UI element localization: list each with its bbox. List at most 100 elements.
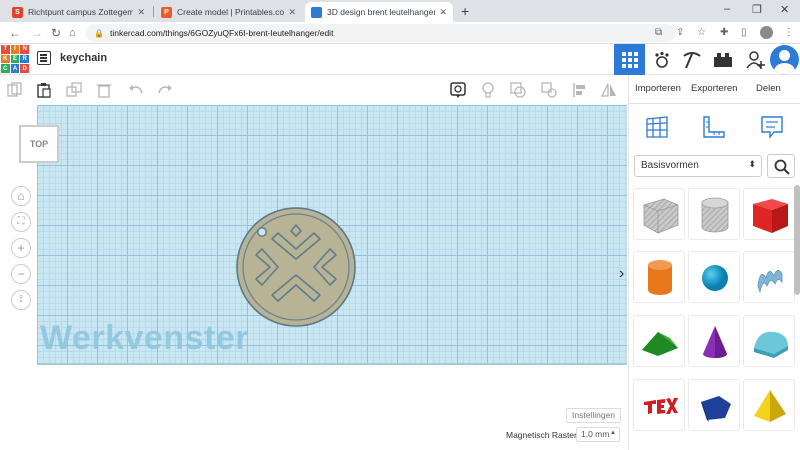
logo-letter: D: [20, 64, 29, 73]
tab-title: Create model | Printables.com: [177, 7, 285, 17]
shape-cone[interactable]: [688, 315, 740, 367]
scribble-icon: [757, 270, 783, 294]
align-icon[interactable]: [572, 82, 588, 98]
undo-icon[interactable]: [128, 82, 144, 98]
logo-letter: E: [10, 54, 20, 64]
lego-bricks-button[interactable]: [707, 44, 738, 75]
shape-sphere[interactable]: [688, 251, 740, 303]
home-view-button[interactable]: ⌂: [11, 186, 31, 206]
3d-view-button[interactable]: [614, 44, 645, 75]
design-list-icon[interactable]: [37, 51, 51, 65]
snap-grid-label: Magnetisch Raster: [506, 430, 577, 440]
notes-comment-icon[interactable]: [759, 114, 785, 140]
export-button[interactable]: Exporteren: [691, 83, 737, 94]
plus-icon: +: [17, 241, 25, 255]
caret-up-icon: ▲: [610, 430, 616, 436]
extensions-icon[interactable]: ✚: [720, 26, 728, 40]
open-external-icon[interactable]: ⧉: [655, 26, 662, 40]
home-icon[interactable]: ⌂: [69, 25, 76, 41]
perspective-button[interactable]: ⟟: [11, 290, 31, 310]
fit-view-button[interactable]: ⛶: [11, 212, 31, 232]
ungroup-icon[interactable]: [541, 82, 557, 98]
blocks-button[interactable]: [646, 44, 677, 75]
redo-icon[interactable]: [157, 82, 173, 98]
shape-category-value: Basisvormen: [641, 160, 699, 171]
shape-box[interactable]: [743, 188, 795, 240]
sidebar-icon[interactable]: ▯: [741, 26, 747, 40]
orange-cylinder-icon: [648, 260, 672, 295]
browser-tab-tinkercad[interactable]: 3D design brent leutelhanger | Ti ✕: [305, 2, 453, 22]
keychain-model[interactable]: [234, 205, 358, 329]
share-icon[interactable]: ⇪: [676, 26, 684, 40]
home-icon: ⌂: [17, 189, 25, 203]
delete-icon[interactable]: [96, 82, 112, 98]
perspective-icon: ⟟: [19, 294, 23, 305]
duplicate-icon[interactable]: [66, 82, 82, 98]
printables-favicon-icon: P: [161, 6, 172, 18]
shape-search-button[interactable]: [767, 154, 795, 178]
panel-scrollbar[interactable]: [794, 185, 800, 295]
zoom-out-button[interactable]: −: [11, 264, 31, 284]
browser-tab-richtpunt[interactable]: S Richtpunt campus Zottegem - Sc ✕: [6, 2, 151, 22]
new-tab-button[interactable]: +: [461, 4, 469, 18]
project-name[interactable]: keychain: [60, 52, 107, 64]
pickaxe-icon: [682, 51, 701, 68]
shape-pyramid[interactable]: [743, 379, 795, 431]
close-tab-icon[interactable]: ✕: [137, 7, 145, 18]
shape-text[interactable]: [633, 379, 685, 431]
workplane-area: Werkvenster TOP ⌂ ⛶ + − ⟟ › Instellingen…: [0, 105, 628, 450]
workplane-icon[interactable]: [644, 114, 670, 140]
shape-roof[interactable]: [633, 315, 685, 367]
browser-tab-printables[interactable]: P Create model | Printables.com ✕: [155, 2, 302, 22]
notes-icon[interactable]: [450, 82, 466, 98]
lightbulb-icon[interactable]: [480, 82, 496, 98]
url-field[interactable]: 🔒 tinkercad.com/things/6GOZyuQFx6I-brent…: [86, 24, 676, 42]
group-icon[interactable]: [510, 82, 526, 98]
shape-scribble[interactable]: [743, 251, 795, 303]
shape-polygon[interactable]: [688, 379, 740, 431]
back-icon[interactable]: ←: [9, 25, 21, 41]
restore-window-icon[interactable]: ❐: [752, 3, 762, 16]
shape-cylinder-hole[interactable]: [688, 188, 740, 240]
bookmark-star-icon[interactable]: ☆: [697, 26, 706, 40]
panel-collapse-chevron-icon[interactable]: ›: [619, 265, 624, 283]
forward-icon[interactable]: →: [31, 25, 43, 41]
user-avatar[interactable]: [770, 45, 799, 74]
bricks-button[interactable]: [676, 44, 707, 75]
logo-letter: K: [1, 54, 10, 64]
settings-button[interactable]: Instellingen: [566, 408, 622, 423]
tinkercad-favicon-icon: [311, 6, 322, 18]
zoom-in-button[interactable]: +: [11, 238, 31, 258]
tab-title: 3D design brent leutelhanger | Ti: [327, 7, 436, 17]
share-button[interactable]: Delen: [756, 83, 781, 94]
workplane-watermark: Werkvenster: [40, 319, 249, 357]
view-cube-label: TOP: [29, 139, 49, 149]
copy-icon[interactable]: [7, 82, 23, 98]
purple-cone-icon: [703, 326, 727, 358]
invite-user-button[interactable]: [740, 44, 771, 75]
snap-grid-select[interactable]: 1,0 mm ▲: [576, 427, 620, 442]
shape-category-select[interactable]: Basisvormen ⬍: [634, 155, 762, 177]
view-cube[interactable]: TOP: [19, 125, 59, 163]
import-button[interactable]: Importeren: [635, 83, 681, 94]
mirror-icon[interactable]: [601, 82, 617, 98]
logo-letter: A: [10, 64, 20, 73]
close-tab-icon[interactable]: ✕: [439, 7, 447, 18]
snap-grid-value: 1,0 mm: [581, 429, 610, 439]
logo-letter: N: [20, 45, 29, 54]
paste-icon[interactable]: [36, 82, 52, 98]
profile-avatar-icon[interactable]: [760, 26, 773, 39]
shape-cylinder[interactable]: [633, 251, 685, 303]
shape-box-hole[interactable]: [633, 188, 685, 240]
keyring-hole: [257, 227, 267, 237]
ruler-icon[interactable]: [701, 114, 727, 140]
close-window-icon[interactable]: ✕: [780, 3, 789, 16]
minimize-window-icon[interactable]: –: [724, 3, 730, 15]
close-tab-icon[interactable]: ✕: [288, 7, 296, 18]
tinkercad-logo[interactable]: T I N K E R C A D: [1, 45, 29, 73]
navy-polygon-icon: [701, 396, 731, 422]
reload-icon[interactable]: ↻: [51, 25, 61, 41]
browser-menu-icon[interactable]: ⋮: [784, 26, 794, 40]
shape-round-roof[interactable]: [743, 315, 795, 367]
address-bar: ← → ↻ ⌂ 🔒 tinkercad.com/things/6GOZyuQFx…: [0, 22, 800, 44]
